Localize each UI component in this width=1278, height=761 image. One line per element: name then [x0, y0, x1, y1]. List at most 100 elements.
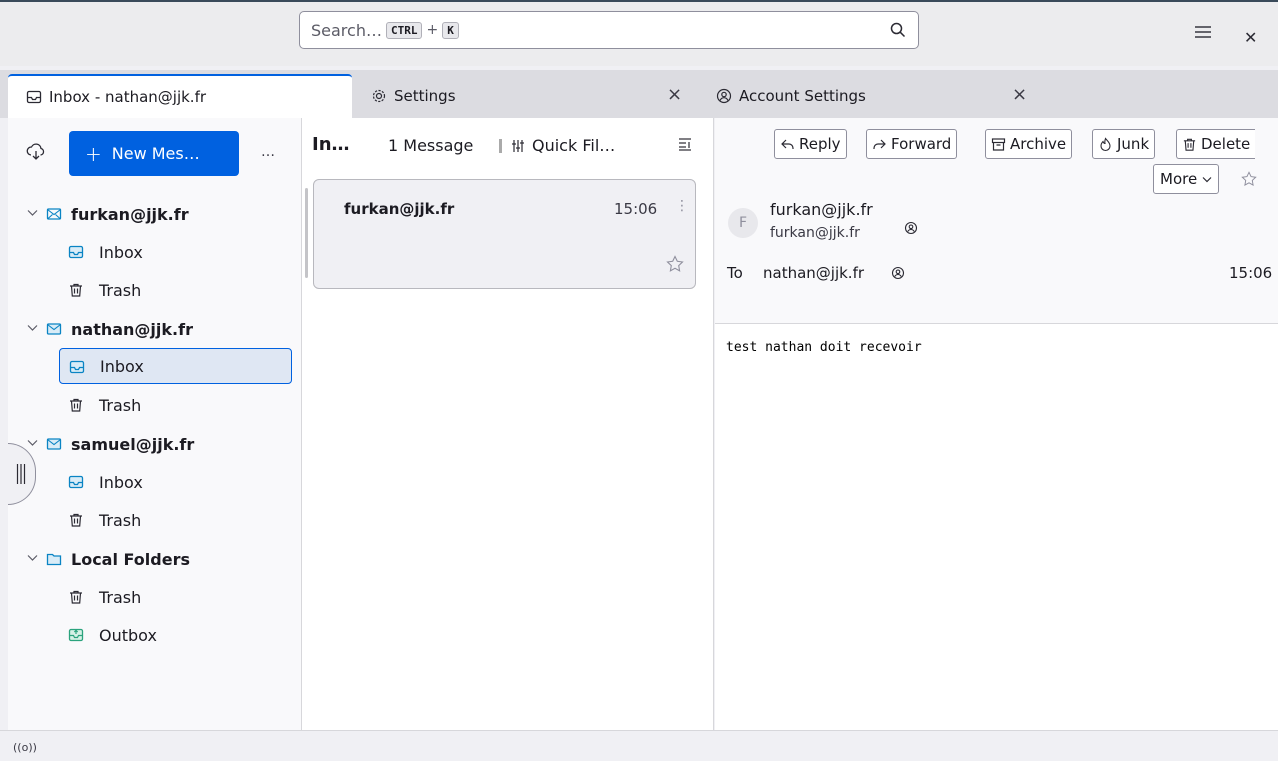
grip-icon [16, 464, 26, 484]
archive-icon [991, 137, 1006, 151]
account-settings-icon [716, 88, 732, 104]
message-sender: furkan@jjk.fr [344, 200, 455, 218]
forward-label: Forward [891, 135, 952, 153]
folder-nathan-inbox[interactable]: Inbox [59, 348, 292, 384]
search-input[interactable]: Search… CTRL + K [299, 11, 919, 49]
shortcut-key-k: K [442, 21, 459, 39]
new-message-button[interactable]: + New Mes… [69, 131, 239, 176]
from-address[interactable]: furkan@jjk.fr [770, 225, 860, 241]
account-furkan[interactable]: furkan@jjk.fr [8, 196, 302, 232]
from-name[interactable]: furkan@jjk.fr [770, 200, 873, 219]
folder-local-outbox[interactable]: Outbox [8, 617, 302, 653]
quick-filter-button[interactable]: Quick Fil… [499, 136, 615, 155]
online-status-icon[interactable]: ((o)) [13, 741, 37, 754]
status-bar: ((o)) [0, 730, 1278, 761]
display-options-icon[interactable] [677, 136, 693, 152]
to-label: To [727, 264, 743, 282]
message-header: Reply Forward Archive Junk Delete More F… [715, 118, 1278, 324]
message-card[interactable]: furkan@jjk.fr 15:06 ⋮ [313, 179, 696, 289]
reply-label: Reply [799, 135, 841, 153]
trash-icon [70, 513, 82, 527]
new-message-label: New Mes… [111, 144, 200, 163]
reply-button[interactable]: Reply [774, 129, 847, 159]
tab-inbox[interactable]: Inbox - nathan@jjk.fr [8, 74, 352, 118]
account-nathan[interactable]: nathan@jjk.fr [8, 311, 302, 347]
title-bar: Search… CTRL + K ✕ [0, 0, 1278, 66]
inbox-icon [69, 360, 85, 374]
outbox-icon [68, 628, 84, 642]
junk-button[interactable]: Junk [1092, 129, 1156, 159]
folder-label: Inbox [100, 356, 144, 376]
chevron-down-icon[interactable] [27, 554, 38, 562]
folder-pane-more-button[interactable]: … [261, 144, 276, 160]
account-local-folders[interactable]: Local Folders [8, 541, 302, 577]
mail-account-icon [46, 438, 62, 450]
trash-icon [1183, 138, 1196, 151]
tab-settings-close-icon[interactable]: × [667, 84, 682, 105]
shortcut-key-ctrl: CTRL [385, 21, 423, 39]
tab-account-settings-label: Account Settings [739, 87, 866, 105]
delete-button[interactable]: Delete [1176, 129, 1256, 159]
tab-inbox-label: Inbox - nathan@jjk.fr [49, 88, 207, 106]
chevron-down-icon[interactable] [27, 439, 38, 447]
to-address[interactable]: nathan@jjk.fr [763, 264, 864, 282]
quick-filter-label: Quick Fil… [532, 136, 616, 155]
mail-account-icon [46, 208, 62, 220]
folder-nathan-trash[interactable]: Trash [8, 387, 302, 423]
add-contact-icon[interactable] [891, 266, 905, 280]
quick-filter-icon [512, 139, 524, 152]
chevron-down-icon[interactable] [27, 324, 38, 332]
trash-icon [70, 590, 82, 604]
add-contact-icon[interactable] [904, 221, 918, 235]
shortcut-plus: + [426, 22, 439, 38]
folder-label: Outbox [99, 625, 157, 645]
trash-icon [70, 283, 82, 297]
folder-furkan-trash[interactable]: Trash [8, 272, 302, 308]
account-furkan-label: furkan@jjk.fr [71, 204, 189, 224]
more-button[interactable]: More [1153, 164, 1220, 194]
message-date: 15:06 [1229, 264, 1273, 282]
avatar: F [728, 208, 758, 238]
tab-settings[interactable]: Settings × [355, 74, 700, 118]
gear-icon [372, 89, 386, 103]
folder-samuel-trash[interactable]: Trash [8, 502, 302, 538]
folder-furkan-inbox[interactable]: Inbox [8, 234, 302, 270]
chevron-down-icon[interactable] [27, 209, 38, 217]
star-icon[interactable] [666, 255, 684, 273]
tab-account-settings-close-icon[interactable]: × [1012, 84, 1027, 105]
folder-samuel-inbox[interactable]: Inbox [8, 464, 302, 500]
scrollbar[interactable] [305, 188, 308, 278]
divider [499, 138, 502, 153]
star-icon[interactable] [1241, 171, 1257, 187]
inbox-icon [68, 245, 84, 259]
local-folder-icon [46, 553, 62, 566]
more-label: More [1160, 170, 1198, 188]
app-menu-icon[interactable] [1194, 25, 1212, 39]
inbox-icon [26, 90, 42, 104]
folder-label: Trash [99, 280, 142, 300]
account-samuel-label: samuel@jjk.fr [71, 434, 195, 454]
thread-pane-header: In… 1 Message Quick Fil… [302, 118, 714, 174]
account-samuel[interactable]: samuel@jjk.fr [8, 426, 302, 462]
thread-pane: In… 1 Message Quick Fil… furkan@jjk.fr 1… [302, 118, 714, 730]
chevron-down-icon [1202, 176, 1212, 182]
account-local-folders-label: Local Folders [71, 549, 190, 569]
archive-button[interactable]: Archive [985, 129, 1073, 159]
get-messages-icon[interactable] [26, 142, 46, 162]
message-pane: Reply Forward Archive Junk Delete More F… [715, 118, 1278, 730]
delete-label: Delete [1201, 135, 1251, 153]
folder-label: Trash [99, 587, 142, 607]
message-menu-icon[interactable]: ⋮ [675, 198, 689, 214]
folder-label: Inbox [99, 472, 143, 492]
inbox-icon [68, 475, 84, 489]
tab-account-settings[interactable]: Account Settings × [700, 74, 1045, 118]
tab-settings-label: Settings [394, 87, 456, 105]
mail-account-icon [46, 323, 62, 335]
message-body: test nathan doit recevoir [726, 340, 922, 355]
window-close-icon[interactable]: ✕ [1244, 28, 1257, 47]
folder-pane: + New Mes… … furkan@jjk.fr Inbox Trash n… [8, 118, 302, 730]
folder-local-trash[interactable]: Trash [8, 579, 302, 615]
trash-icon [70, 398, 82, 412]
forward-button[interactable]: Forward [866, 129, 958, 159]
search-icon[interactable] [890, 22, 906, 38]
